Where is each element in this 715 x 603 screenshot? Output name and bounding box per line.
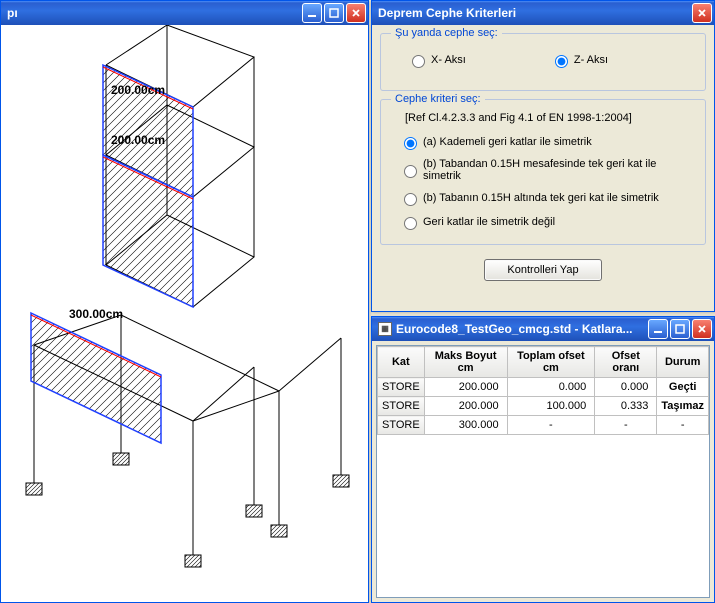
col-offset[interactable]: Toplam ofset cm (507, 347, 595, 378)
model-viewport[interactable]: 200.00cm 200.00cm 300.00cm (1, 25, 368, 602)
minimize-button[interactable] (648, 319, 668, 339)
radio-criteria-b2-input[interactable] (404, 193, 417, 206)
minimize-button[interactable] (302, 3, 322, 23)
col-status[interactable]: Durum (657, 347, 709, 378)
radio-criteria-b1-label: (b) Tabandan 0.15H mesafesinde tek geri … (423, 158, 695, 182)
cell-offset: 100.000 (507, 397, 595, 416)
dimension-label-3: 300.00cm (69, 307, 123, 321)
close-button[interactable] (346, 3, 366, 23)
radio-criteria-c[interactable]: Geri katlar ile simetrik değil (399, 214, 695, 230)
table-icon: ▦ (378, 322, 392, 336)
cell-status: Taşımaz (657, 397, 709, 416)
viewport-titlebar[interactable]: pı (1, 1, 368, 25)
run-checks-button[interactable]: Kontrolleri Yap (484, 259, 601, 281)
close-button[interactable] (692, 3, 712, 23)
table-row[interactable]: STORE 300.000 - - - (378, 416, 709, 435)
radio-criteria-b2-label: (b) Tabanın 0.15H altında tek geri kat i… (423, 192, 659, 204)
criteria-fieldset: Cephe kriteri seç: [Ref Cl.4.2.3.3 and F… (380, 99, 706, 245)
radio-criteria-c-label: Geri katlar ile simetrik değil (423, 216, 555, 228)
dimension-label-1: 200.00cm (111, 83, 165, 97)
cell-storey: STORE (378, 416, 425, 435)
cell-maxdim: 300.000 (424, 416, 507, 435)
radio-z-axis-input[interactable] (555, 55, 568, 68)
cell-offset: 0.000 (507, 378, 595, 397)
results-title: Eurocode8_TestGeo_cmcg.std - Katlara... (396, 322, 646, 336)
cell-maxdim: 200.000 (424, 378, 507, 397)
cell-status: - (657, 416, 709, 435)
col-ratio[interactable]: Ofset oranı (595, 347, 657, 378)
radio-criteria-c-input[interactable] (404, 217, 417, 230)
cell-ratio: - (595, 416, 657, 435)
radio-z-axis[interactable]: Z- Aksı (550, 52, 608, 68)
close-button[interactable] (692, 319, 712, 339)
radio-criteria-b1-input[interactable] (404, 165, 417, 178)
cell-ratio: 0.000 (595, 378, 657, 397)
viewport-title: pı (7, 6, 300, 20)
maximize-button[interactable] (324, 3, 344, 23)
maximize-button[interactable] (670, 319, 690, 339)
table-row[interactable]: STORE 200.000 100.000 0.333 Taşımaz (378, 397, 709, 416)
cell-storey: STORE (378, 378, 425, 397)
radio-criteria-a-input[interactable] (404, 137, 417, 150)
cell-maxdim: 200.000 (424, 397, 507, 416)
axis-legend: Şu yanda cephe seç: (391, 27, 502, 39)
axis-fieldset: Şu yanda cephe seç: X- Aksı Z- Aksı (380, 33, 706, 91)
radio-criteria-b1[interactable]: (b) Tabandan 0.15H mesafesinde tek geri … (399, 158, 695, 182)
radio-x-axis-label: X- Aksı (431, 54, 466, 66)
model-svg (1, 25, 368, 602)
table-row[interactable]: STORE 200.000 0.000 0.000 Geçti (378, 378, 709, 397)
radio-x-axis[interactable]: X- Aksı (407, 52, 466, 68)
criteria-dialog: Deprem Cephe Kriterleri Şu yanda cephe s… (371, 0, 715, 312)
cell-ratio: 0.333 (595, 397, 657, 416)
model-viewport-window: pı (0, 0, 369, 603)
criteria-titlebar[interactable]: Deprem Cephe Kriterleri (372, 1, 714, 25)
radio-criteria-a[interactable]: (a) Kademeli geri katlar ile simetrik (399, 134, 695, 150)
results-table: Kat Maks Boyut cm Toplam ofset cm Ofset … (377, 346, 709, 435)
col-maxdim[interactable]: Maks Boyut cm (424, 347, 507, 378)
cell-status: Geçti (657, 378, 709, 397)
criteria-title: Deprem Cephe Kriterleri (378, 6, 690, 20)
table-header-row: Kat Maks Boyut cm Toplam ofset cm Ofset … (378, 347, 709, 378)
dimension-label-2: 200.00cm (111, 133, 165, 147)
col-storey[interactable]: Kat (378, 347, 425, 378)
criteria-legend: Cephe kriteri seç: (391, 93, 485, 105)
criteria-body: Şu yanda cephe seç: X- Aksı Z- Aksı Ceph… (372, 25, 714, 311)
cell-storey: STORE (378, 397, 425, 416)
results-titlebar[interactable]: ▦ Eurocode8_TestGeo_cmcg.std - Katlara..… (372, 317, 714, 341)
cell-offset: - (507, 416, 595, 435)
radio-x-axis-input[interactable] (412, 55, 425, 68)
radio-criteria-a-label: (a) Kademeli geri katlar ile simetrik (423, 136, 592, 148)
radio-criteria-b2[interactable]: (b) Tabanın 0.15H altında tek geri kat i… (399, 190, 695, 206)
criteria-reference: [Ref Cl.4.2.3.3 and Fig 4.1 of EN 1998-1… (395, 110, 695, 130)
radio-z-axis-label: Z- Aksı (574, 54, 608, 66)
results-table-wrap[interactable]: Kat Maks Boyut cm Toplam ofset cm Ofset … (376, 345, 710, 598)
results-window: ▦ Eurocode8_TestGeo_cmcg.std - Katlara..… (371, 316, 715, 603)
